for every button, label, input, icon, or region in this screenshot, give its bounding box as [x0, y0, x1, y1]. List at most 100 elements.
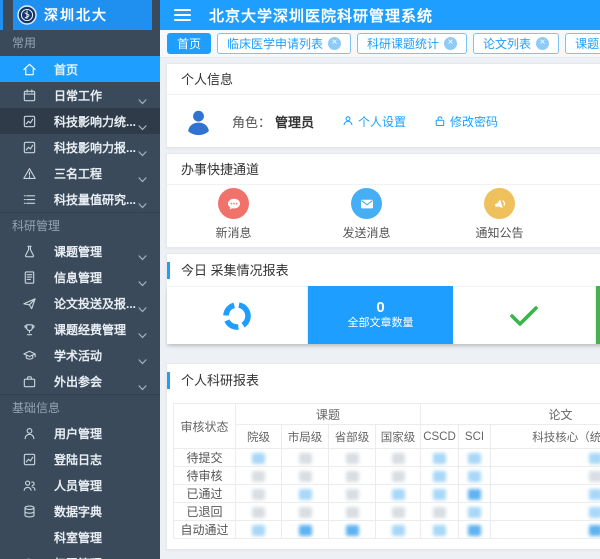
- redacted-value: [252, 525, 265, 536]
- sidebar-item[interactable]: 人员管理: [0, 472, 160, 498]
- quick-channel-title: 办事快捷通道: [167, 154, 600, 185]
- value-cell[interactable]: [421, 521, 459, 539]
- sidebar-section-label: 科研管理: [0, 212, 160, 238]
- redacted-value: [433, 489, 446, 500]
- tab-label: 课题费用报表: [575, 35, 600, 52]
- sidebar-item[interactable]: 权限管理: [0, 550, 160, 559]
- tab[interactable]: 论文列表×: [473, 33, 559, 54]
- value-cell[interactable]: [329, 521, 376, 539]
- sidebar-item[interactable]: 论文投送及报...: [0, 290, 160, 316]
- sidebar-item[interactable]: 日常工作: [0, 82, 160, 108]
- sidebar-item[interactable]: 登陆日志: [0, 446, 160, 472]
- hamburger-menu-icon[interactable]: [174, 9, 191, 21]
- value-cell[interactable]: [282, 485, 329, 503]
- personal-settings-link[interactable]: 个人设置: [342, 113, 406, 130]
- sidebar-item[interactable]: 科室管理: [0, 524, 160, 550]
- value-cell[interactable]: [421, 485, 459, 503]
- user-icon: [22, 426, 37, 441]
- search-icon: [22, 556, 37, 559]
- redacted-value: [392, 489, 405, 500]
- value-cell: [329, 449, 376, 467]
- value-cell[interactable]: [459, 521, 491, 539]
- trophy-icon: [22, 322, 37, 337]
- sidebar-item-label: 登陆日志: [54, 451, 102, 468]
- quick-action-新消息[interactable]: 新消息: [167, 188, 300, 247]
- value-cell: [376, 467, 421, 485]
- tab[interactable]: 首页: [167, 33, 211, 54]
- sidebar-item[interactable]: 数据字典: [0, 498, 160, 524]
- header-bar: 北京大学深圳医院科研管理系统: [160, 0, 600, 30]
- quick-action-发送消息[interactable]: 发送消息: [300, 188, 433, 247]
- sidebar-item[interactable]: 科技影响力统...: [0, 108, 160, 134]
- research-report-panel: 个人科研报表 审核状态课题论文院级市局级省部级国家级CSCDSCI科技核心（统计…: [166, 363, 600, 550]
- tab-close-icon[interactable]: ×: [536, 37, 549, 50]
- value-cell[interactable]: [491, 521, 600, 539]
- sidebar-item[interactable]: 课题管理: [0, 238, 160, 264]
- value-cell[interactable]: [376, 485, 421, 503]
- change-password-link[interactable]: 修改密码: [434, 113, 498, 130]
- sidebar-item[interactable]: 科技量值研究...: [0, 186, 160, 212]
- redacted-value: [299, 507, 312, 518]
- value-cell: [236, 467, 282, 485]
- lock-icon: [434, 115, 446, 127]
- logo-text: 深圳北大: [44, 5, 108, 25]
- value-cell[interactable]: [459, 503, 491, 521]
- value-cell[interactable]: [491, 485, 600, 503]
- sidebar-item[interactable]: 外出参会: [0, 368, 160, 394]
- redacted-value: [299, 489, 312, 500]
- sidebar-item[interactable]: 首页: [0, 56, 160, 82]
- value-cell[interactable]: [421, 449, 459, 467]
- tab[interactable]: 临床医学申请列表×: [217, 33, 351, 54]
- sidebar-item[interactable]: 学术活动: [0, 342, 160, 368]
- quick-action-通知公告[interactable]: 通知公告: [433, 188, 566, 247]
- value-cell[interactable]: [421, 467, 459, 485]
- all-articles-label: 全部文章数量: [348, 316, 414, 331]
- chartbox-icon: [22, 140, 37, 155]
- user-icon: [342, 115, 354, 127]
- column-header: CSCD: [421, 425, 459, 449]
- redacted-value: [433, 453, 446, 464]
- column-header: 国家级: [376, 425, 421, 449]
- redacted-value: [252, 489, 265, 500]
- redacted-value: [392, 471, 405, 482]
- value-cell[interactable]: [459, 449, 491, 467]
- all-articles-stat-box[interactable]: 0 全部文章数量: [308, 286, 453, 344]
- sidebar-item-label: 信息管理: [54, 269, 102, 286]
- redacted-value: [392, 453, 405, 464]
- tab-close-icon[interactable]: ×: [328, 37, 341, 50]
- table-row: 自动通过: [174, 521, 600, 539]
- value-cell[interactable]: [491, 503, 600, 521]
- quick-action-label: 通知公告: [475, 224, 523, 241]
- value-cell[interactable]: [491, 449, 600, 467]
- none-icon: [22, 530, 37, 545]
- sidebar-item[interactable]: 科技影响力报...: [0, 134, 160, 160]
- value-cell[interactable]: [282, 521, 329, 539]
- redacted-value: [392, 525, 405, 536]
- research-report-title: 个人科研报表: [167, 364, 600, 396]
- sidebar-item-label: 课题经费管理: [54, 321, 126, 338]
- redacted-value: [589, 507, 600, 518]
- value-cell: [376, 449, 421, 467]
- value-cell[interactable]: [459, 467, 491, 485]
- tab[interactable]: 科研课题统计×: [357, 33, 467, 54]
- tab[interactable]: 课题费用报表×: [565, 33, 600, 54]
- sidebar-item[interactable]: 课题经费管理: [0, 316, 160, 342]
- value-cell: [282, 467, 329, 485]
- alert-icon: [22, 166, 37, 181]
- sidebar-nav: 常用首页日常工作科技影响力统...科技影响力报...三名工程科技量值研究...科…: [0, 30, 160, 559]
- sidebar-item-label: 三名工程: [54, 165, 102, 182]
- value-cell: [329, 503, 376, 521]
- sidebar-item[interactable]: 信息管理: [0, 264, 160, 290]
- sidebar-item-label: 外出参会: [54, 373, 102, 390]
- personal-info-panel: 个人信息 角色：管理员: [166, 63, 600, 148]
- row-label: 待审核: [174, 467, 236, 485]
- sidebar-item[interactable]: 三名工程: [0, 160, 160, 186]
- value-cell[interactable]: [236, 449, 282, 467]
- calendar-icon: [22, 88, 37, 103]
- sidebar-item-label: 科技量值研究...: [54, 191, 136, 208]
- sidebar-item[interactable]: 用户管理: [0, 420, 160, 446]
- value-cell[interactable]: [236, 521, 282, 539]
- value-cell[interactable]: [376, 521, 421, 539]
- value-cell[interactable]: [459, 485, 491, 503]
- tab-close-icon[interactable]: ×: [444, 37, 457, 50]
